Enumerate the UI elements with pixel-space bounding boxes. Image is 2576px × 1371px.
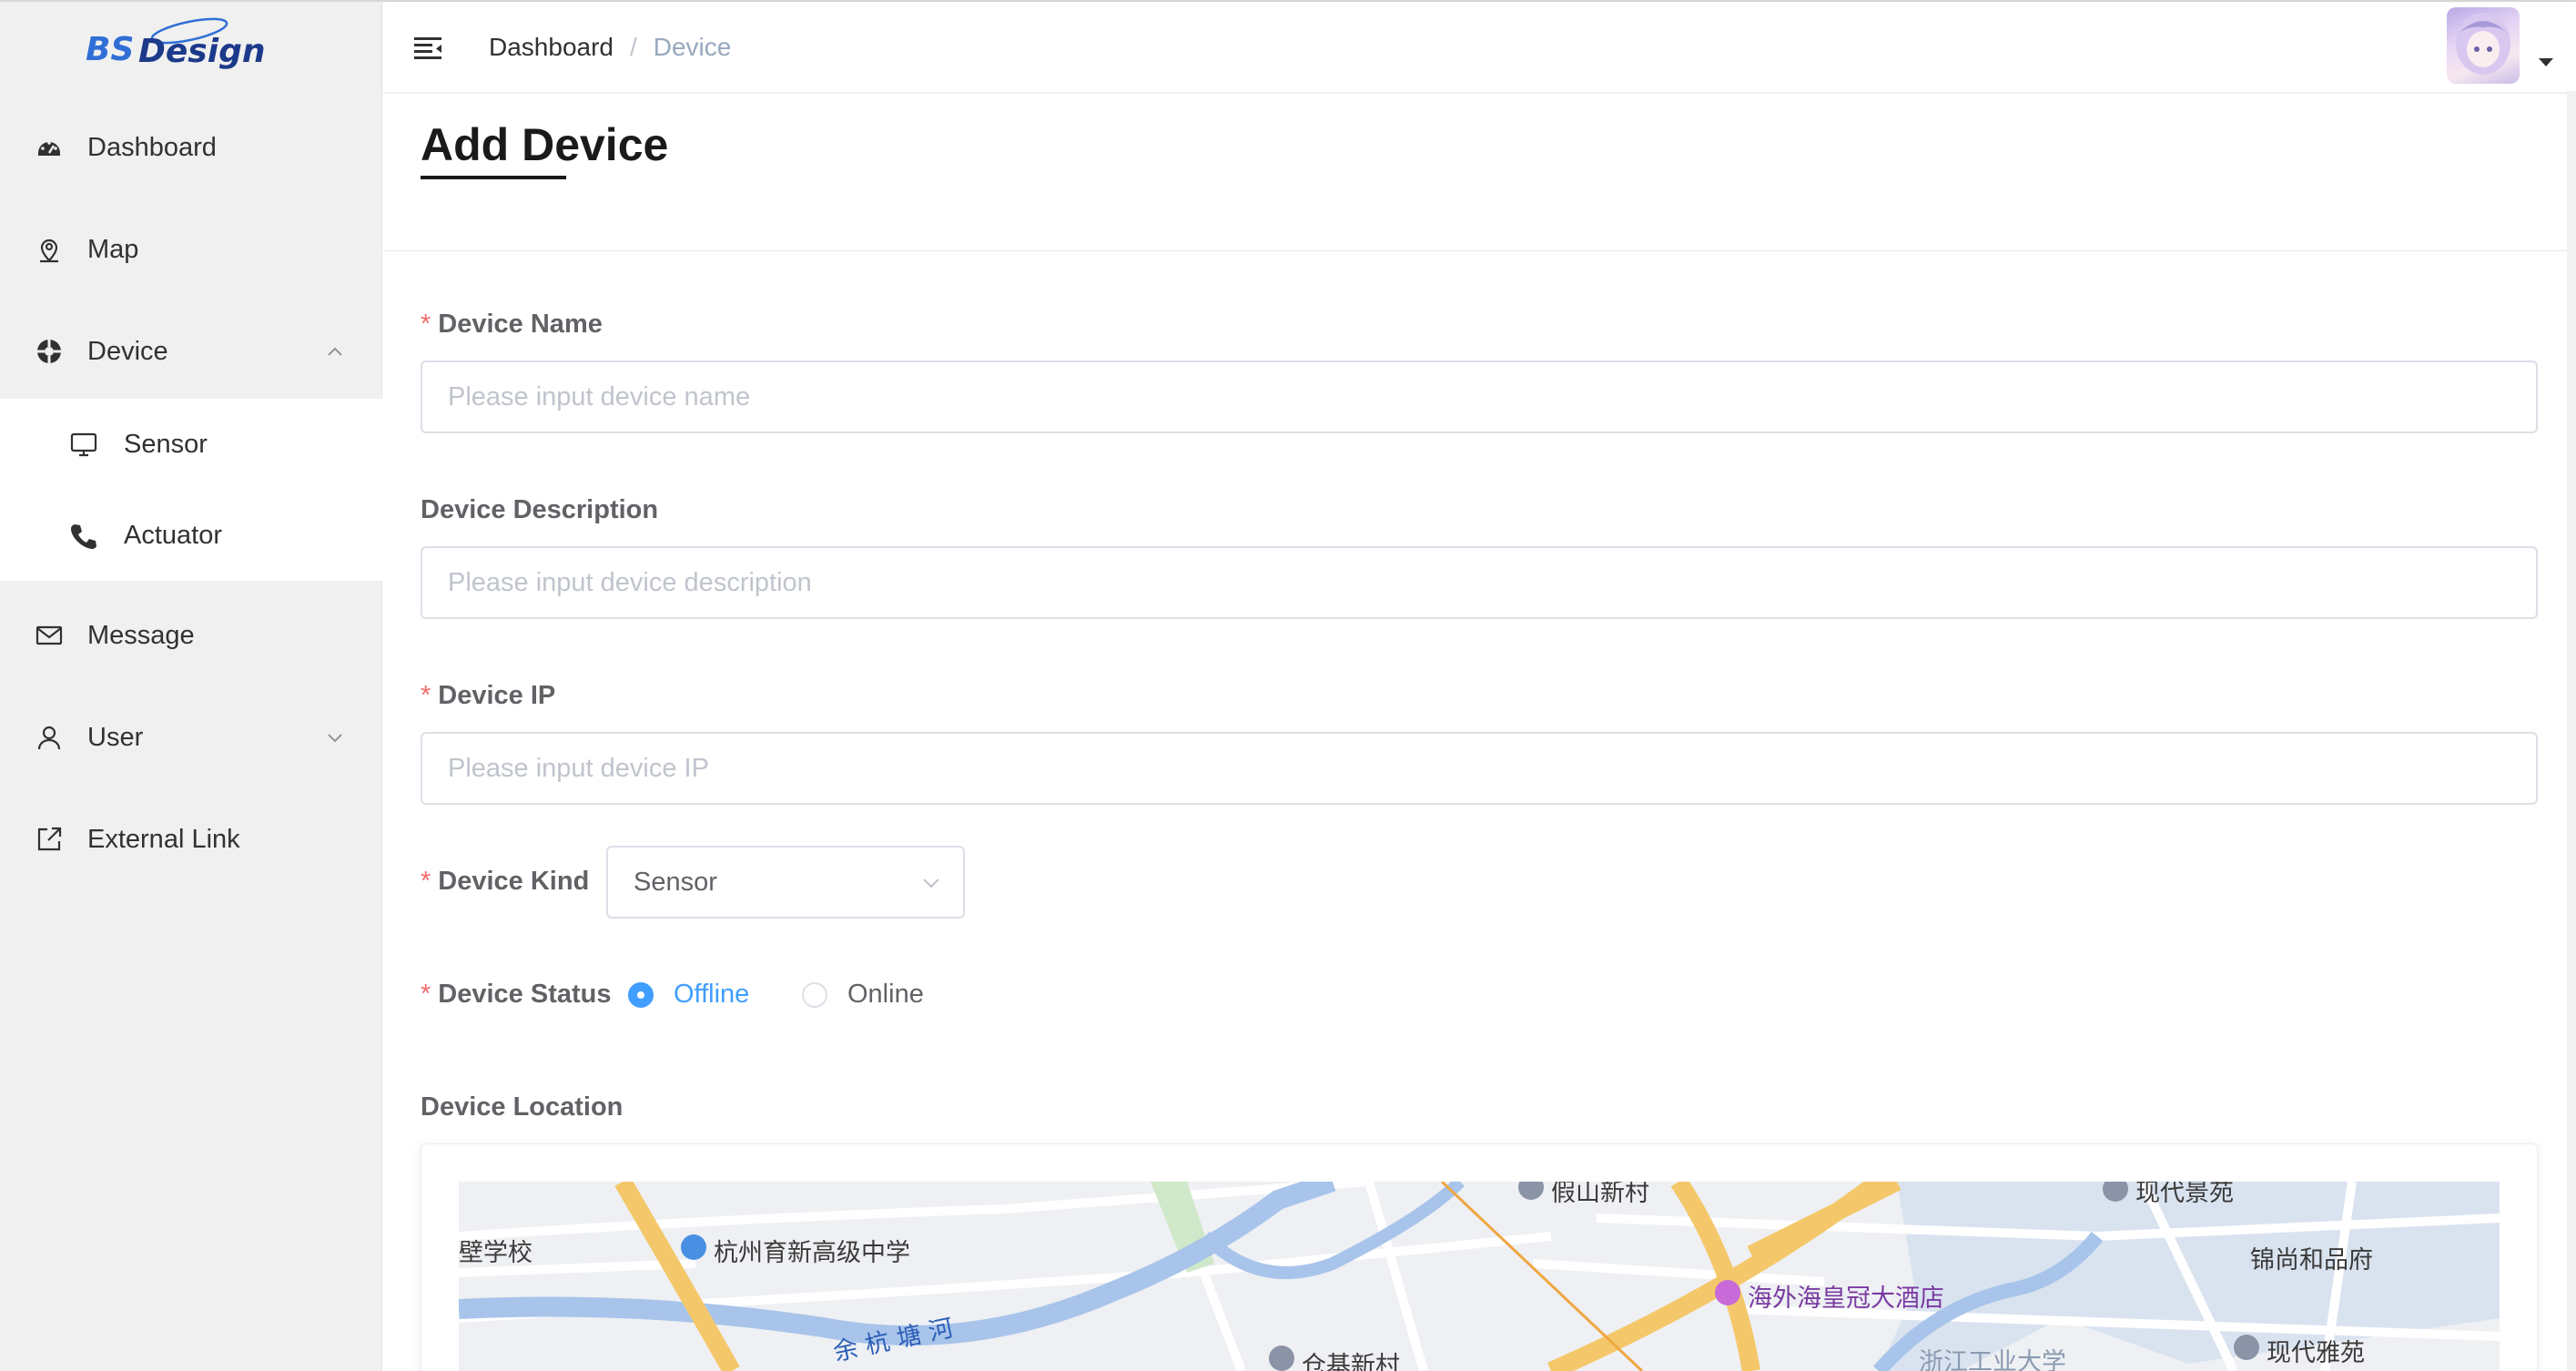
- mail-icon: [33, 619, 66, 652]
- divider: [383, 250, 2576, 251]
- breadcrumb-device: Device: [653, 33, 732, 61]
- page-title: Add Device: [421, 119, 669, 170]
- hotel-poi-icon: [1715, 1280, 1740, 1305]
- sidebar-item-label: Message: [87, 620, 195, 650]
- sidebar-item-sensor[interactable]: Sensor: [0, 399, 382, 490]
- sidebar-item-map[interactable]: Map: [0, 198, 382, 300]
- map-pin-icon: [33, 233, 66, 266]
- device-icon: [33, 335, 66, 368]
- map-roads: [459, 1182, 2500, 1371]
- required-mark: *: [421, 310, 431, 339]
- avatar[interactable]: [2447, 7, 2520, 84]
- map-label: 锦尚和品府: [2250, 1246, 2373, 1275]
- radio-online[interactable]: Online: [802, 980, 924, 1010]
- residence-poi-icon: [2234, 1335, 2259, 1360]
- chevron-down-icon: [326, 728, 344, 746]
- map-label: 现代雅苑: [2267, 1339, 2365, 1367]
- dashboard-icon: [33, 131, 66, 164]
- device-location-label: Device Location: [421, 1092, 624, 1122]
- device-name-label: * Device Name: [421, 310, 603, 339]
- caret-down-icon[interactable]: [2539, 58, 2553, 66]
- user-icon: [33, 721, 66, 754]
- sidebar-item-external-link[interactable]: External Link: [0, 788, 382, 890]
- map-label: 壁学校: [459, 1239, 532, 1267]
- location-map[interactable]: 壁学校 杭州育新高级中学 余 杭 塘 河 假山新村 仓基新村 海外海皇冠大酒店 …: [459, 1182, 2500, 1371]
- sidebar-item-label: External Link: [87, 824, 240, 854]
- sidebar-item-label: Dashboard: [87, 132, 217, 162]
- map-label: 现代景苑: [2135, 1182, 2234, 1207]
- device-description-label: Device Description: [421, 495, 659, 524]
- sidebar-item-label: Map: [87, 234, 139, 264]
- required-mark: *: [421, 980, 431, 1009]
- school-poi-icon: [681, 1234, 706, 1260]
- device-kind-label: * Device Kind: [421, 867, 590, 896]
- map-label: 假山新村: [1551, 1182, 1649, 1207]
- device-name-input[interactable]: [421, 361, 2538, 433]
- device-ip-label: * Device IP: [421, 681, 556, 710]
- radio-offline-label: Offline: [674, 980, 750, 1009]
- sidebar-item-label: Sensor: [124, 429, 208, 459]
- sidebar-item-dashboard[interactable]: Dashboard: [0, 96, 382, 198]
- device-kind-value: Sensor: [634, 867, 717, 897]
- top-header: Dashboard / Device: [383, 2, 2576, 93]
- required-mark: *: [421, 867, 431, 896]
- radio-unchecked-icon: [802, 981, 827, 1008]
- device-status-label: * Device Status: [421, 980, 612, 1009]
- required-mark: *: [421, 681, 431, 710]
- breadcrumb-dashboard[interactable]: Dashboard: [489, 33, 614, 62]
- svg-text:BS: BS: [86, 31, 134, 68]
- device-submenu: Sensor Actuator: [0, 399, 382, 581]
- sidebar-item-label: Device: [87, 336, 168, 366]
- page-edge: [2567, 91, 2576, 1371]
- chevron-up-icon: [326, 342, 344, 361]
- device-kind-select[interactable]: Sensor: [606, 846, 965, 919]
- breadcrumb: Dashboard / Device: [489, 33, 731, 62]
- map-label: 仓基新村: [1302, 1352, 1400, 1371]
- device-description-input[interactable]: [421, 546, 2538, 619]
- monitor-icon: [67, 428, 100, 461]
- sidebar-toggle-icon[interactable]: [411, 29, 447, 66]
- map-label: 浙江工业大学: [1919, 1348, 2066, 1371]
- title-underline: [421, 176, 566, 179]
- bsdesign-logo[interactable]: BS Design: [82, 9, 282, 73]
- radio-online-label: Online: [847, 980, 924, 1009]
- sidebar-item-actuator[interactable]: Actuator: [0, 490, 382, 581]
- svg-text:Design: Design: [138, 33, 265, 70]
- device-ip-input[interactable]: [421, 732, 2538, 805]
- sidebar: BS Design Dashboard Map Device Sensor Ac…: [0, 2, 382, 1371]
- chevron-down-icon: [923, 878, 939, 889]
- map-label: 杭州育新高级中学: [714, 1239, 910, 1267]
- map-label: 海外海皇冠大酒店: [1748, 1285, 1944, 1313]
- sidebar-item-message[interactable]: Message: [0, 584, 382, 686]
- breadcrumb-separator: /: [629, 33, 637, 61]
- sidebar-item-user[interactable]: User: [0, 686, 382, 788]
- radio-offline[interactable]: Offline: [628, 980, 749, 1010]
- sidebar-item-device[interactable]: Device: [0, 300, 382, 402]
- sidebar-item-label: Actuator: [124, 520, 222, 550]
- residence-poi-icon: [1269, 1346, 1294, 1371]
- radio-checked-icon: [628, 981, 654, 1008]
- sidebar-item-label: User: [87, 722, 144, 752]
- phone-icon: [67, 519, 100, 552]
- external-link-icon: [33, 823, 66, 856]
